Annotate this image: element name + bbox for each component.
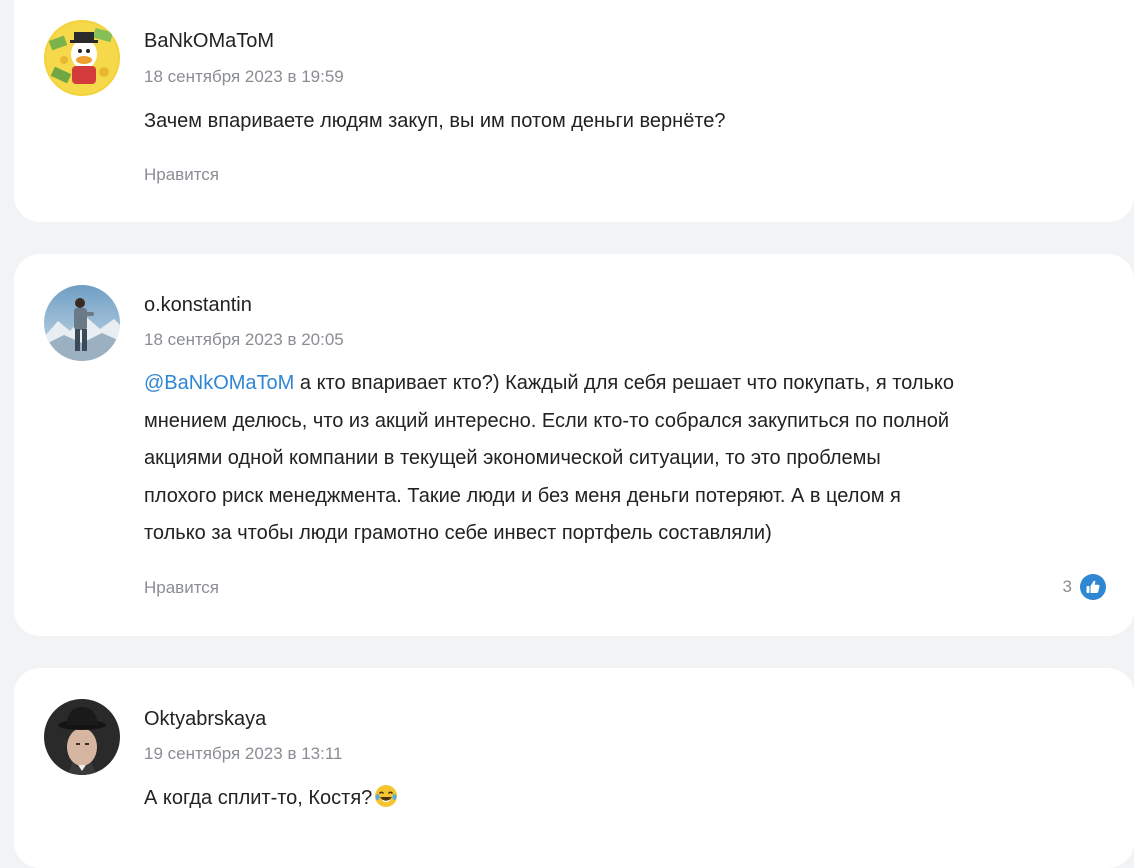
comment-text: А когда сплит-то, Костя? [144, 780, 1114, 822]
comment-text-line: акциями одной компании в текущей экономи… [144, 447, 881, 469]
laughing-tears-emoji-icon [374, 784, 398, 822]
comment-card: Oktyabrskaya 19 сентября 2023 в 13:11 А … [14, 668, 1134, 868]
comment-author[interactable]: BaNkOMaToM [144, 30, 274, 53]
man-in-bowler-hat-avatar-icon[interactable] [44, 699, 120, 775]
user-mention-link[interactable]: @BaNkOMaToM [144, 372, 294, 394]
man-on-mountain-avatar-icon[interactable] [44, 285, 120, 361]
comment-text-line: только за чтобы люди грамотно себе инвес… [144, 522, 772, 544]
cartoon-duck-money-avatar-icon[interactable] [44, 20, 120, 96]
comment-text-line: а кто впаривает кто?) Каждый для себя ре… [294, 372, 955, 394]
comment-card: o.konstantin 18 сентября 2023 в 20:05 @B… [14, 254, 1134, 636]
like-button[interactable]: Нравится [144, 165, 219, 185]
comment-text: @BaNkOMaToM а кто впаривает кто?) Каждый… [144, 365, 1114, 553]
reactions-summary[interactable]: 3 [1063, 574, 1106, 600]
comment-author[interactable]: Oktyabrskaya [144, 708, 266, 731]
comment-date[interactable]: 18 сентября 2023 в 19:59 [144, 67, 344, 87]
like-button[interactable]: Нравится [144, 578, 219, 598]
comment-text: Зачем впариваете людям закуп, вы им пото… [144, 110, 726, 132]
thumbs-up-icon [1080, 574, 1106, 600]
comment-text-line: плохого риск менеджмента. Такие люди и б… [144, 484, 901, 507]
comment-text-content: А когда сплит-то, Костя? [144, 787, 373, 809]
comment-card: BaNkOMaToM 18 сентября 2023 в 19:59 Заче… [14, 0, 1134, 222]
comment-text-line: мнением делюсь, что из акций интересно. … [144, 409, 950, 432]
comment-date[interactable]: 18 сентября 2023 в 20:05 [144, 330, 344, 350]
comment-author[interactable]: o.konstantin [144, 294, 252, 317]
comment-date[interactable]: 19 сентября 2023 в 13:11 [144, 744, 342, 764]
reaction-count: 3 [1062, 577, 1072, 596]
